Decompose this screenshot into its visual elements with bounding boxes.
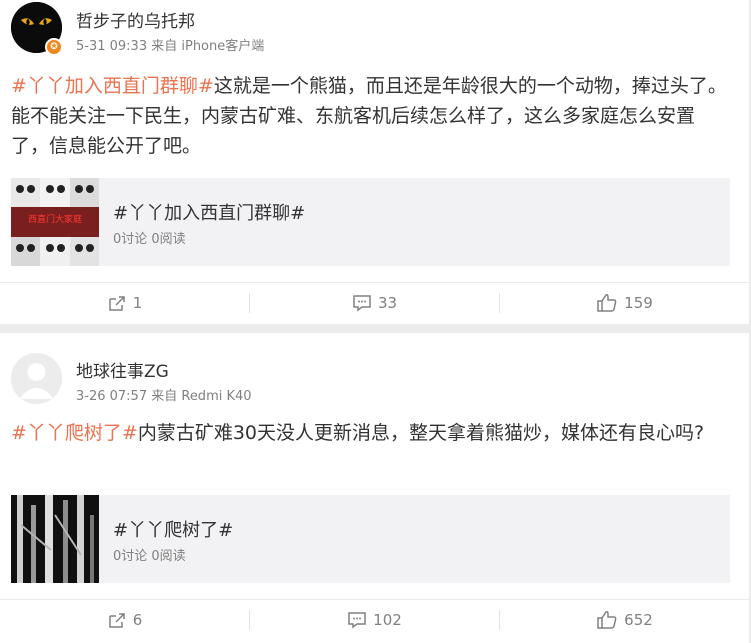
topic-title[interactable]: #丫丫爬树了# xyxy=(113,516,233,542)
comment-bubble-icon xyxy=(353,295,371,312)
feed-post: ✪ 哲步子的乌托邦 5-31 09:33 来自 iPhone客户端 #丫丫加入西… xyxy=(0,0,749,324)
author-name[interactable]: 哲步子的乌托邦 xyxy=(76,7,195,32)
thumbs-up-icon xyxy=(597,611,617,629)
comment-bubble-icon xyxy=(348,612,366,629)
svg-text:西直门大家庭: 西直门大家庭 xyxy=(28,213,82,225)
comment-button[interactable]: 33 xyxy=(250,283,499,323)
topic-card[interactable]: 西直门大家庭 #丫丫加入西直门群聊# 0讨论 0阅读 xyxy=(11,178,730,266)
share-box-icon xyxy=(108,296,125,311)
topic-thumbnail xyxy=(11,495,99,583)
topic-stats: 0讨论 0阅读 xyxy=(113,549,186,564)
repost-count: 6 xyxy=(132,611,143,629)
default-user-avatar-icon xyxy=(11,353,62,404)
topic-title[interactable]: #丫丫加入西直门群聊# xyxy=(113,199,305,225)
post-text: #丫丫加入西直门群聊#这就是一个熊猫，而且还是年龄很大的一个动物，捧过头了。能不… xyxy=(11,71,731,161)
topic-stats: 0讨论 0阅读 xyxy=(113,232,186,247)
tree-panda-image xyxy=(11,495,99,583)
repost-button[interactable]: 1 xyxy=(0,283,249,323)
verified-badge-icon: ✪ xyxy=(45,38,63,56)
topic-card[interactable]: #丫丫爬树了# 0讨论 0阅读 xyxy=(11,495,730,583)
topic-thumbnail: 西直门大家庭 xyxy=(11,178,99,266)
action-bar: 6 102 652 xyxy=(0,600,749,640)
author-name[interactable]: 地球往事ZG xyxy=(76,357,169,382)
post-text: #丫丫爬树了#内蒙古矿难30天没人更新消息，整天拿着熊猫炒，媒体还有良心吗? xyxy=(11,418,731,448)
repost-count: 1 xyxy=(132,294,143,312)
comment-count: 102 xyxy=(373,611,402,629)
post-meta: 3-26 07:57 来自 Redmi K40 xyxy=(76,389,252,404)
like-button[interactable]: 652 xyxy=(500,600,749,640)
weibo-feed: ✪ 哲步子的乌托邦 5-31 09:33 来自 iPhone客户端 #丫丫加入西… xyxy=(0,0,751,643)
share-box-icon xyxy=(108,613,125,628)
hashtag-link[interactable]: #丫丫爬树了# xyxy=(11,422,138,444)
feed-post: 地球往事ZG 3-26 07:57 来自 Redmi K40 #丫丫爬树了#内蒙… xyxy=(0,333,749,643)
like-count: 652 xyxy=(624,611,653,629)
post-body: 内蒙古矿难30天没人更新消息，整天拿着熊猫炒，媒体还有良心吗? xyxy=(137,422,705,444)
action-bar: 1 33 159 xyxy=(0,283,749,323)
repost-button[interactable]: 6 xyxy=(0,600,249,640)
panda-collage-image: 西直门大家庭 xyxy=(11,178,99,266)
thumbs-up-icon xyxy=(597,294,617,312)
avatar[interactable] xyxy=(11,353,62,404)
like-count: 159 xyxy=(624,294,653,312)
like-button[interactable]: 159 xyxy=(500,283,749,323)
comment-count: 33 xyxy=(377,294,398,312)
post-meta: 5-31 09:33 来自 iPhone客户端 xyxy=(76,39,265,54)
hashtag-link[interactable]: #丫丫加入西直门群聊# xyxy=(11,75,214,97)
comment-button[interactable]: 102 xyxy=(250,600,499,640)
